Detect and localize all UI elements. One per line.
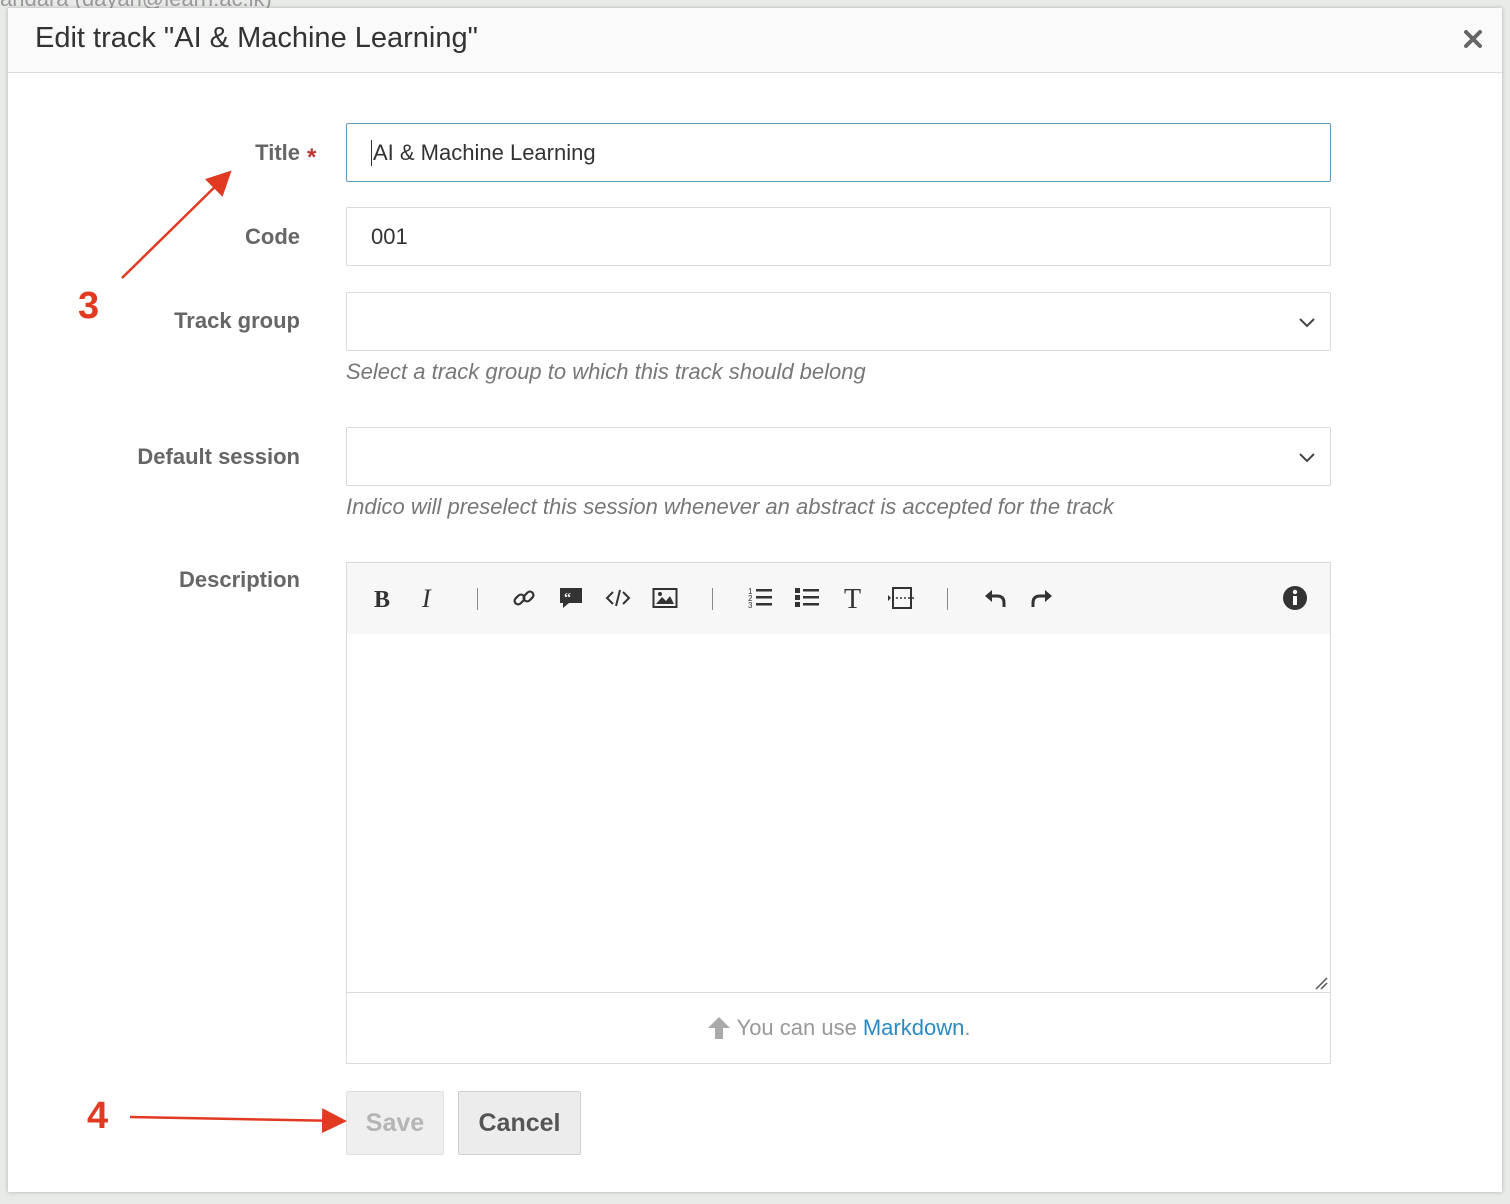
annotation-arrow-3 — [121, 170, 232, 279]
annotation-arrow-4 — [129, 1108, 347, 1134]
annotation-step-4: 4 — [87, 1095, 109, 1137]
annotation-arrows — [121, 170, 347, 1134]
annotation-step-3: 3 — [78, 285, 100, 327]
